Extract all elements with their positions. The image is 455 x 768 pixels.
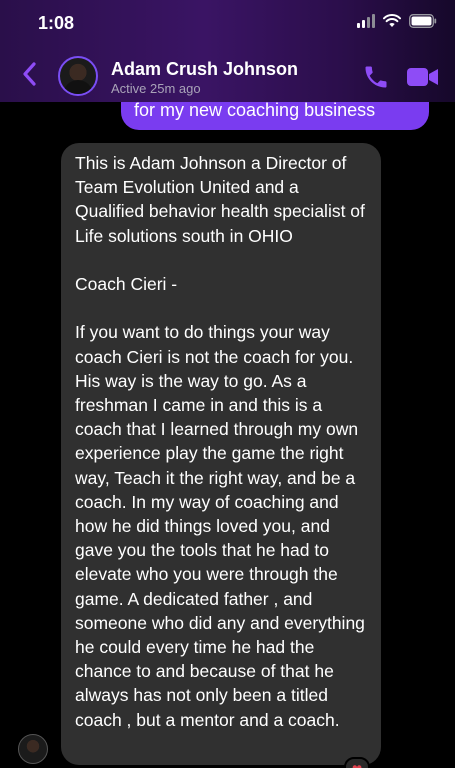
- chevron-left-icon[interactable]: [18, 60, 42, 88]
- battery-icon: [409, 14, 437, 28]
- chat-header: 1:08 Adam Crush Johnson Active 25m ago: [0, 0, 455, 102]
- sender-avatar: [18, 734, 48, 764]
- cellular-signal-icon: [357, 14, 375, 28]
- received-message-bubble[interactable]: This is Adam Johnson a Director of Team …: [61, 143, 381, 765]
- status-time: 1:08: [38, 13, 75, 33]
- phone-icon[interactable]: [362, 63, 390, 91]
- contact-name[interactable]: Adam Crush Johnson: [111, 59, 298, 80]
- message-salutation: Coach Cieri -: [75, 274, 178, 294]
- video-camera-icon[interactable]: [406, 65, 440, 89]
- status-icons: [357, 14, 437, 28]
- contact-status: Active 25m ago: [111, 81, 201, 96]
- message-body: If you want to do things your way coach …: [75, 322, 365, 730]
- wifi-icon: [383, 14, 401, 28]
- heart-reaction-icon[interactable]: ❤: [344, 757, 370, 768]
- contact-avatar[interactable]: [58, 56, 98, 96]
- message-intro: This is Adam Johnson a Director of Team …: [75, 153, 365, 246]
